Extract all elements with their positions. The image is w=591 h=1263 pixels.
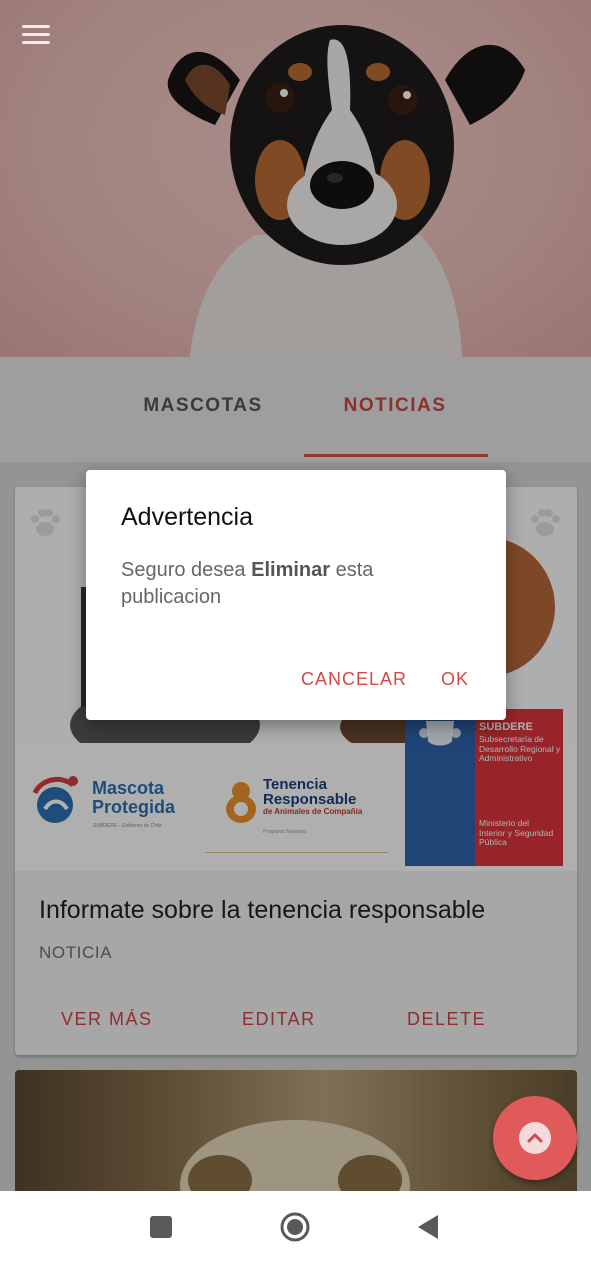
warning-dialog: Advertencia Seguro desea Eliminar esta p… xyxy=(86,470,506,720)
system-nav-bar xyxy=(0,1191,591,1263)
hamburger-menu-icon[interactable] xyxy=(22,25,50,45)
ok-button[interactable]: OK xyxy=(441,669,469,690)
square-recents-icon[interactable] xyxy=(139,1205,183,1249)
dialog-message: Seguro desea Eliminar esta publicacion xyxy=(121,559,374,608)
scroll-top-fab[interactable] xyxy=(493,1096,577,1180)
chevron-up-icon xyxy=(519,1122,551,1154)
dialog-title: Advertencia xyxy=(121,503,254,531)
triangle-back-icon[interactable] xyxy=(406,1205,450,1249)
circle-home-icon[interactable] xyxy=(273,1205,317,1249)
cancel-button[interactable]: CANCELAR xyxy=(301,669,407,690)
